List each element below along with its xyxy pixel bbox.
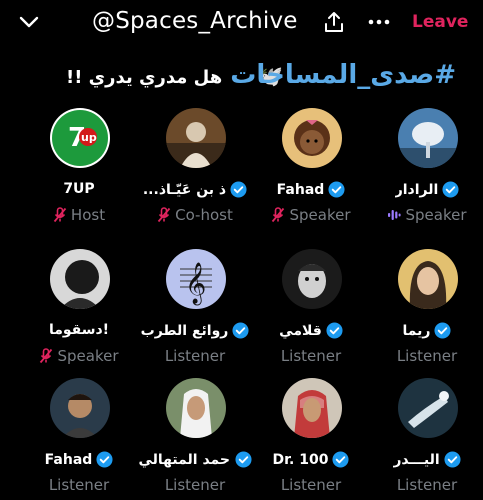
space-hashtag: #صدى_المساحات bbox=[230, 60, 456, 90]
verified-badge-icon bbox=[230, 181, 247, 198]
mic-muted-icon bbox=[40, 348, 53, 364]
chevron-down-icon[interactable] bbox=[18, 12, 40, 32]
leave-button[interactable]: Leave bbox=[412, 12, 468, 32]
participant-name: روائع الطرب bbox=[140, 322, 229, 339]
participant-card[interactable]: 7 up 7UP Host bbox=[20, 108, 138, 232]
verified-badge-icon bbox=[326, 322, 343, 339]
participant-name: ريما bbox=[402, 322, 431, 339]
participant-role: Listener bbox=[48, 476, 110, 494]
participant-card[interactable]: 𝄞 روائع الطرب Listener bbox=[136, 249, 254, 373]
avatar[interactable] bbox=[166, 108, 226, 168]
speaking-bars-icon bbox=[388, 210, 402, 220]
participant-name: قلامي bbox=[279, 322, 322, 339]
participant-card[interactable]: اليـــدر Listener bbox=[368, 378, 483, 500]
avatar[interactable] bbox=[398, 249, 458, 309]
participant-card[interactable]: دسقوما! Speaker bbox=[20, 249, 138, 373]
participant-name: 7UP bbox=[63, 181, 95, 197]
participant-name-row: قلامي bbox=[252, 322, 370, 339]
verified-badge-icon bbox=[328, 181, 345, 198]
participant-name-row: Fahad bbox=[252, 181, 370, 198]
verified-badge-icon bbox=[442, 181, 459, 198]
avatar[interactable] bbox=[50, 249, 110, 309]
share-icon[interactable] bbox=[323, 11, 345, 33]
avatar[interactable] bbox=[166, 378, 226, 438]
space-handle: @Spaces_Archive bbox=[92, 8, 298, 34]
participant-name: الرادار bbox=[394, 181, 439, 198]
verified-badge-icon bbox=[234, 451, 252, 468]
avatar[interactable] bbox=[50, 378, 110, 438]
participant-role-row: Co-host bbox=[136, 206, 254, 224]
participant-role: Listener bbox=[280, 347, 342, 365]
avatar[interactable] bbox=[282, 378, 342, 438]
participant-role-row: Speaker bbox=[252, 206, 370, 224]
participant-role: Co-host bbox=[175, 206, 233, 224]
participant-role: Speaker bbox=[57, 347, 119, 365]
verified-badge-icon bbox=[444, 451, 461, 468]
participant-card[interactable]: قلامي Listener bbox=[252, 249, 370, 373]
participant-name: Fahad bbox=[276, 181, 325, 198]
space-title: هل مدري يدري !! 🕊️ #صدى_المساحات bbox=[20, 60, 470, 96]
participant-name: أحمد المتهالي bbox=[138, 451, 231, 468]
participant-card[interactable]: ريما Listener bbox=[368, 249, 483, 373]
participant-role-row: Listener bbox=[136, 476, 254, 494]
participant-card[interactable]: ...ذ بن عَيّـاذ Co-host bbox=[136, 108, 254, 232]
participant-name: دسقوما! bbox=[48, 322, 110, 338]
participant-card[interactable]: Fahad Listener bbox=[20, 378, 138, 500]
participant-name-row: اليـــدر bbox=[368, 451, 483, 468]
verified-badge-icon bbox=[96, 451, 113, 468]
participant-card[interactable]: Fahad Speaker bbox=[252, 108, 370, 232]
participant-role: Speaker bbox=[405, 206, 467, 224]
participant-role: Host bbox=[70, 206, 106, 224]
verified-badge-icon bbox=[332, 451, 349, 468]
svg-text:𝄞: 𝄞 bbox=[185, 262, 206, 305]
participant-role-row: Listener bbox=[20, 476, 138, 494]
space-subtitle: هل مدري يدري !! bbox=[66, 67, 223, 88]
participant-name: اليـــدر bbox=[393, 451, 440, 468]
participant-role: Listener bbox=[280, 476, 342, 494]
participant-role-row: Listener bbox=[252, 476, 370, 494]
participant-card[interactable]: أحمد المتهالي Listener bbox=[136, 378, 254, 500]
participant-role-row: Listener bbox=[368, 347, 483, 365]
participant-name: ...ذ بن عَيّـاذ bbox=[142, 181, 227, 198]
avatar[interactable]: 𝄞 bbox=[166, 249, 226, 309]
participant-role-row: Host bbox=[20, 206, 138, 224]
mic-muted-icon bbox=[157, 207, 171, 223]
participant-role-row: Speaker bbox=[20, 347, 138, 365]
participant-role-row: Listener bbox=[368, 476, 483, 494]
avatar[interactable] bbox=[398, 108, 458, 168]
avatar[interactable]: 7 up bbox=[50, 108, 110, 168]
participant-role: Listener bbox=[164, 347, 226, 365]
participant-name: Dr. 100 bbox=[272, 451, 329, 468]
verified-badge-icon bbox=[434, 322, 452, 339]
participant-role: Listener bbox=[396, 347, 458, 365]
participant-name-row: Dr. 100 bbox=[252, 451, 370, 468]
top-bar: @Spaces_Archive Leave bbox=[0, 0, 483, 46]
participant-role: Speaker bbox=[289, 206, 351, 224]
avatar[interactable] bbox=[282, 249, 342, 309]
mic-muted-icon bbox=[272, 207, 285, 223]
participant-role: Listener bbox=[164, 476, 226, 494]
participant-card[interactable]: Dr. 100 Listener bbox=[252, 378, 370, 500]
participant-card[interactable]: الرادار Speaker bbox=[368, 108, 483, 232]
participant-name-row: 7UP bbox=[20, 181, 138, 197]
participant-name-row: روائع الطرب bbox=[136, 322, 254, 339]
participant-role-row: Listener bbox=[136, 347, 254, 365]
svg-text:up: up bbox=[81, 131, 97, 144]
mic-muted-icon bbox=[53, 207, 67, 223]
participant-role-row: Speaker bbox=[368, 206, 483, 224]
participant-name-row: Fahad bbox=[20, 451, 138, 468]
avatar[interactable] bbox=[398, 378, 458, 438]
participant-name-row: ريما bbox=[368, 322, 483, 339]
participant-role: Listener bbox=[396, 476, 458, 494]
participant-name-row: دسقوما! bbox=[20, 322, 138, 338]
more-options-icon[interactable] bbox=[367, 13, 391, 31]
verified-badge-icon bbox=[232, 322, 249, 339]
participant-name-row: ...ذ بن عَيّـاذ bbox=[136, 181, 254, 198]
participant-role-row: Listener bbox=[252, 347, 370, 365]
avatar[interactable] bbox=[282, 108, 342, 168]
participant-name-row: الرادار bbox=[368, 181, 483, 198]
participant-name-row: أحمد المتهالي bbox=[136, 451, 254, 468]
participant-name: Fahad bbox=[44, 451, 93, 468]
